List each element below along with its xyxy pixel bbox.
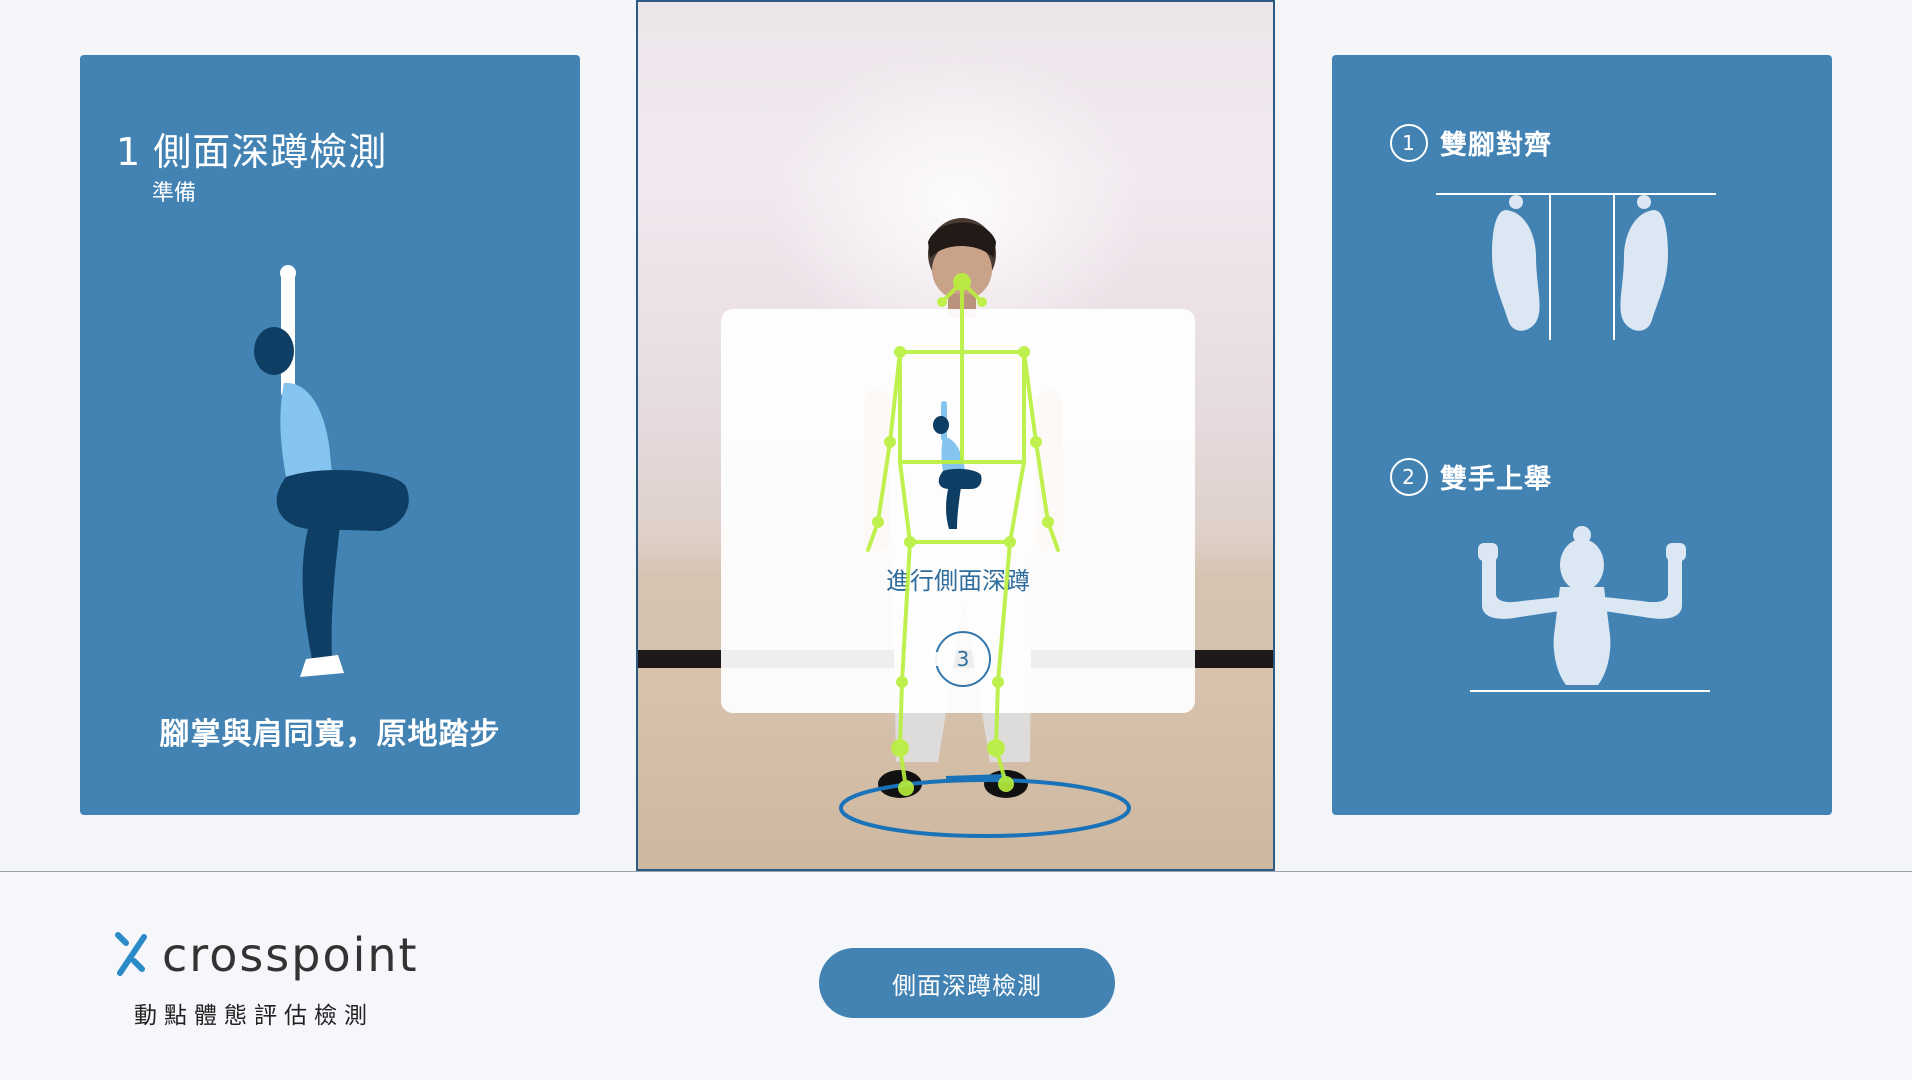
logo-text: crosspoint xyxy=(162,928,419,982)
crosspoint-logo-icon xyxy=(115,932,147,976)
crosspoint-logo: crosspoint xyxy=(112,928,419,982)
instruction-text: 腳掌與肩同寬，原地踏步 xyxy=(159,717,501,752)
arms-raised-illustration xyxy=(1470,526,1710,692)
tagline: 動點體態評估檢測 xyxy=(134,1003,374,1029)
pose-skeleton-overlay xyxy=(866,273,1060,796)
tip-label-1: 雙腳對齊 xyxy=(1440,130,1552,161)
tip-label-2: 雙手上舉 xyxy=(1440,464,1552,495)
squat-figure-illustration xyxy=(254,265,409,677)
tips-panel: 1 雙腳對齊 2 雙手上舉 xyxy=(1332,55,1832,815)
side-squat-test-button[interactable]: 側面深蹲檢測 xyxy=(819,948,1115,1018)
step-title: 1 側面深蹲檢測 xyxy=(116,121,387,176)
tip-arms-raised: 2 雙手上舉 xyxy=(1390,457,1552,496)
tip-feet-aligned: 1 雙腳對齊 xyxy=(1390,123,1552,162)
step-number: 1 xyxy=(116,130,142,174)
camera-view: 進行側面深蹲 3 xyxy=(636,0,1275,871)
instruction-panel: 1 側面深蹲檢測 準備 腳掌與肩同寬，原地踏步 xyxy=(80,55,580,815)
step-title-text: 側面深蹲檢測 xyxy=(153,130,388,174)
step-subtitle: 準備 xyxy=(152,181,197,206)
tip-number-2: 2 xyxy=(1390,457,1428,496)
feet-alignment-illustration xyxy=(1436,193,1716,340)
tip-number-1: 1 xyxy=(1390,123,1428,162)
